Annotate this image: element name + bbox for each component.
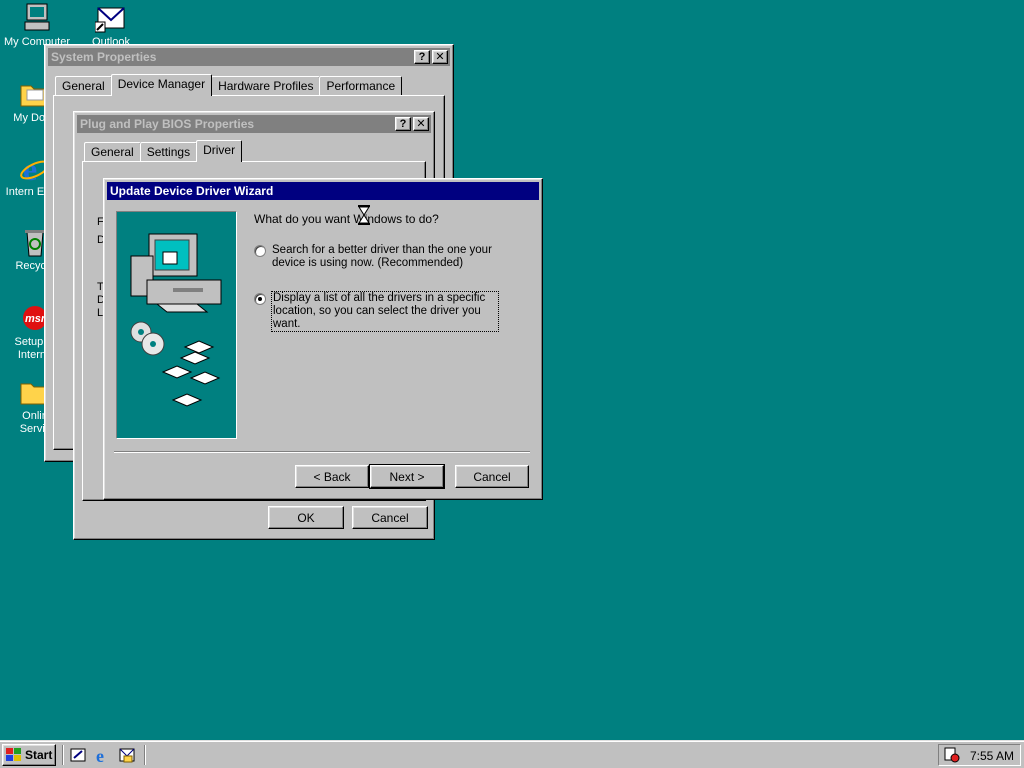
start-label: Start bbox=[25, 748, 53, 762]
quick-launch-ie-icon[interactable]: e bbox=[94, 746, 112, 766]
radio-label: Search for a better driver than the one … bbox=[272, 244, 492, 269]
network-schedule-tray-icon[interactable] bbox=[944, 747, 960, 763]
desktop-icon-my-computer[interactable]: My Computer bbox=[2, 2, 72, 49]
taskbar-divider bbox=[62, 745, 64, 765]
start-button[interactable]: Start bbox=[2, 744, 56, 766]
help-button[interactable]: ? bbox=[414, 50, 430, 64]
quick-launch-show-desktop-icon[interactable] bbox=[70, 747, 88, 763]
tab-device-manager[interactable]: Device Manager bbox=[110, 74, 213, 96]
tab-general[interactable]: General bbox=[84, 142, 141, 161]
svg-text:e: e bbox=[96, 746, 104, 764]
system-properties-titlebar[interactable]: System Properties ? ✕ bbox=[48, 48, 450, 66]
window-title: Update Device Driver Wizard bbox=[110, 184, 274, 198]
bios-properties-titlebar[interactable]: Plug and Play BIOS Properties ? ✕ bbox=[77, 115, 431, 133]
display-list-option[interactable]: Display a list of all the drivers in a s… bbox=[254, 291, 504, 332]
wizard-titlebar[interactable]: Update Device Driver Wizard bbox=[107, 182, 539, 200]
outlook-icon bbox=[94, 2, 127, 34]
radio-search-driver[interactable] bbox=[254, 245, 266, 257]
separator bbox=[114, 451, 530, 453]
system-properties-tabs: General Device Manager Hardware Profiles… bbox=[55, 74, 403, 96]
tab-general[interactable]: General bbox=[55, 76, 112, 95]
radio-display-list[interactable] bbox=[254, 293, 266, 305]
help-button[interactable]: ? bbox=[395, 117, 411, 131]
window-title: Plug and Play BIOS Properties bbox=[80, 117, 255, 131]
radio-dot-icon bbox=[258, 297, 262, 301]
taskbar: Start e 7:55 AM bbox=[0, 740, 1024, 768]
clock[interactable]: 7:55 AM bbox=[970, 749, 1014, 763]
wizard-illustration bbox=[116, 211, 237, 439]
tab-driver[interactable]: Driver bbox=[196, 140, 243, 162]
wizard-question: What do you want Windows to do? bbox=[254, 212, 439, 226]
bios-properties-tabs: General Settings Driver bbox=[84, 140, 243, 162]
search-driver-option[interactable]: Search for a better driver than the one … bbox=[254, 244, 494, 270]
cancel-button[interactable]: Cancel bbox=[352, 506, 428, 529]
next-button[interactable]: Next > bbox=[369, 464, 445, 489]
tab-settings[interactable]: Settings bbox=[139, 142, 198, 161]
taskbar-divider bbox=[144, 745, 146, 765]
close-button[interactable]: ✕ bbox=[432, 50, 448, 64]
update-driver-wizard-window: Update Device Driver Wizard What do you … bbox=[103, 178, 543, 500]
back-button[interactable]: < Back bbox=[295, 465, 369, 488]
computer-icon bbox=[21, 2, 53, 34]
computer-cd-illustration-icon bbox=[130, 233, 222, 407]
quick-launch-outlook-icon[interactable] bbox=[118, 746, 136, 764]
window-title: System Properties bbox=[51, 50, 157, 64]
close-button[interactable]: ✕ bbox=[413, 117, 429, 131]
windows-logo-icon bbox=[6, 748, 21, 761]
cancel-button[interactable]: Cancel bbox=[455, 465, 529, 488]
ok-button[interactable]: OK bbox=[268, 506, 344, 529]
hourglass-cursor-icon bbox=[358, 205, 370, 225]
desktop-icon-outlook[interactable]: Outlook bbox=[76, 2, 146, 49]
tab-performance[interactable]: Performance bbox=[319, 76, 403, 95]
system-tray: 7:55 AM bbox=[938, 744, 1021, 766]
tab-hardware-profiles[interactable]: Hardware Profiles bbox=[211, 76, 321, 95]
radio-label: Display a list of all the drivers in a s… bbox=[271, 291, 499, 332]
